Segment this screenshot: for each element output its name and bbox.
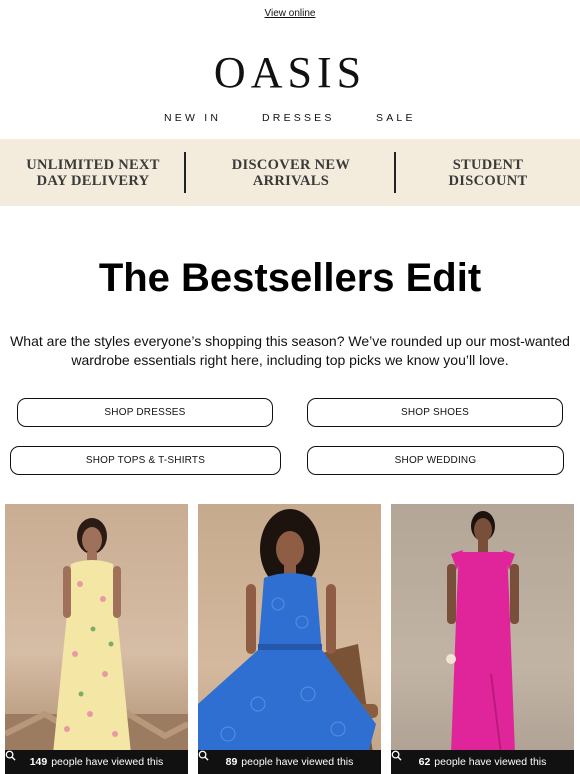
promo-student-line2: DISCOUNT <box>448 172 528 189</box>
shop-wedding-button[interactable]: SHOP WEDDING <box>307 446 564 475</box>
shop-shoes-button[interactable]: SHOP SHOES <box>307 398 563 427</box>
viewed-count: 89 <box>225 756 238 768</box>
viewed-count-bar: 149 people have viewed this <box>5 750 188 774</box>
viewed-count-bar: 62 people have viewed this <box>391 750 574 774</box>
view-online-link[interactable]: View online <box>265 8 316 19</box>
search-icon <box>391 750 402 761</box>
product-image <box>198 509 378 754</box>
search-icon <box>5 750 16 761</box>
viewed-label: people have viewed this <box>434 756 547 768</box>
page-title: The Bestsellers Edit <box>98 256 482 300</box>
brand-logo[interactable]: OASIS <box>0 48 580 98</box>
product-image <box>446 511 519 755</box>
product-card-pink-dress[interactable]: 62 people have viewed this <box>391 504 574 774</box>
shop-dresses-button[interactable]: SHOP DRESSES <box>17 398 273 427</box>
product-image <box>5 518 188 774</box>
promo-delivery-line1: UNLIMITED NEXT <box>26 156 160 173</box>
nav-item-new-in[interactable]: NEW IN <box>164 112 221 124</box>
main-nav: NEW IN DRESSES SALE <box>0 112 580 128</box>
viewed-count-bar: 89 people have viewed this <box>198 750 381 774</box>
promo-student-discount[interactable]: STUDENT DISCOUNT <box>396 139 580 206</box>
nav-item-dresses[interactable]: DRESSES <box>262 112 335 124</box>
product-card-blue-dress[interactable]: 89 people have viewed this <box>198 504 381 774</box>
nav-item-sale[interactable]: SALE <box>376 112 416 124</box>
viewed-label: people have viewed this <box>241 756 354 768</box>
shop-tops-button[interactable]: SHOP TOPS & T-SHIRTS <box>10 446 281 475</box>
intro-line-2: wardrobe essentials right here, includin… <box>71 352 509 368</box>
promo-arrivals-line2: ARRIVALS <box>252 172 330 189</box>
viewed-label: people have viewed this <box>51 756 164 768</box>
view-online-bar: View online <box>0 8 580 19</box>
promo-arrivals-line1: DISCOVER NEW <box>231 156 351 173</box>
product-card-yellow-dress[interactable]: 149 people have viewed this <box>5 504 188 774</box>
promo-new-arrivals[interactable]: DISCOVER NEW ARRIVALS <box>186 139 396 206</box>
viewed-count: 149 <box>29 756 48 768</box>
search-icon <box>198 750 209 761</box>
intro-line-1: What are the styles everyone’s shopping … <box>10 333 570 349</box>
promo-delivery[interactable]: UNLIMITED NEXT DAY DELIVERY <box>0 139 186 206</box>
viewed-count: 62 <box>418 756 431 768</box>
intro-text: What are the styles everyone’s shopping … <box>0 332 580 370</box>
promo-banner: UNLIMITED NEXT DAY DELIVERY DISCOVER NEW A… <box>0 139 580 206</box>
promo-student-line1: STUDENT <box>452 156 524 173</box>
promo-delivery-line2: DAY DELIVERY <box>36 172 150 189</box>
